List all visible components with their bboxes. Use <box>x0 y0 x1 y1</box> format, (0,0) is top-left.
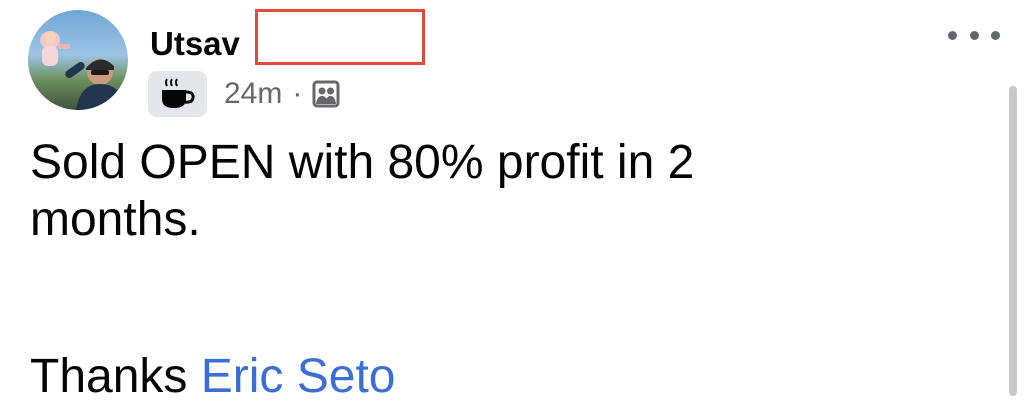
post-text-line-1: Sold OPEN with 80% profit in 2 <box>30 136 695 189</box>
post-meta-row: 24m · <box>148 71 342 117</box>
coffee-cup-icon <box>161 78 195 108</box>
avatar-photo <box>40 31 126 110</box>
audience-icon-graphic <box>312 80 340 108</box>
more-dot-icon <box>991 30 1000 40</box>
meta-separator: · <box>292 77 303 110</box>
author-avatar[interactable] <box>28 10 128 110</box>
author-name[interactable]: Utsav <box>150 24 240 64</box>
more-dot-icon <box>948 30 957 40</box>
thanks-text: Thanks <box>30 350 201 403</box>
scrollbar[interactable] <box>1009 86 1017 396</box>
redacted-surname-box <box>255 9 425 65</box>
more-options-button[interactable] <box>948 22 1000 48</box>
post-text-line-2: months. <box>30 193 201 246</box>
post-thanks-line: Thanks Eric Seto <box>30 348 396 405</box>
post-timestamp[interactable]: 24m <box>224 71 282 117</box>
friends-audience-icon[interactable] <box>312 79 342 109</box>
post-card: Utsav 24m · Sold OPEN with 80% profit in… <box>0 0 1024 414</box>
more-dot-icon <box>969 30 979 40</box>
feeling-badge[interactable] <box>148 71 207 117</box>
mention-link[interactable]: Eric Seto <box>201 350 396 403</box>
